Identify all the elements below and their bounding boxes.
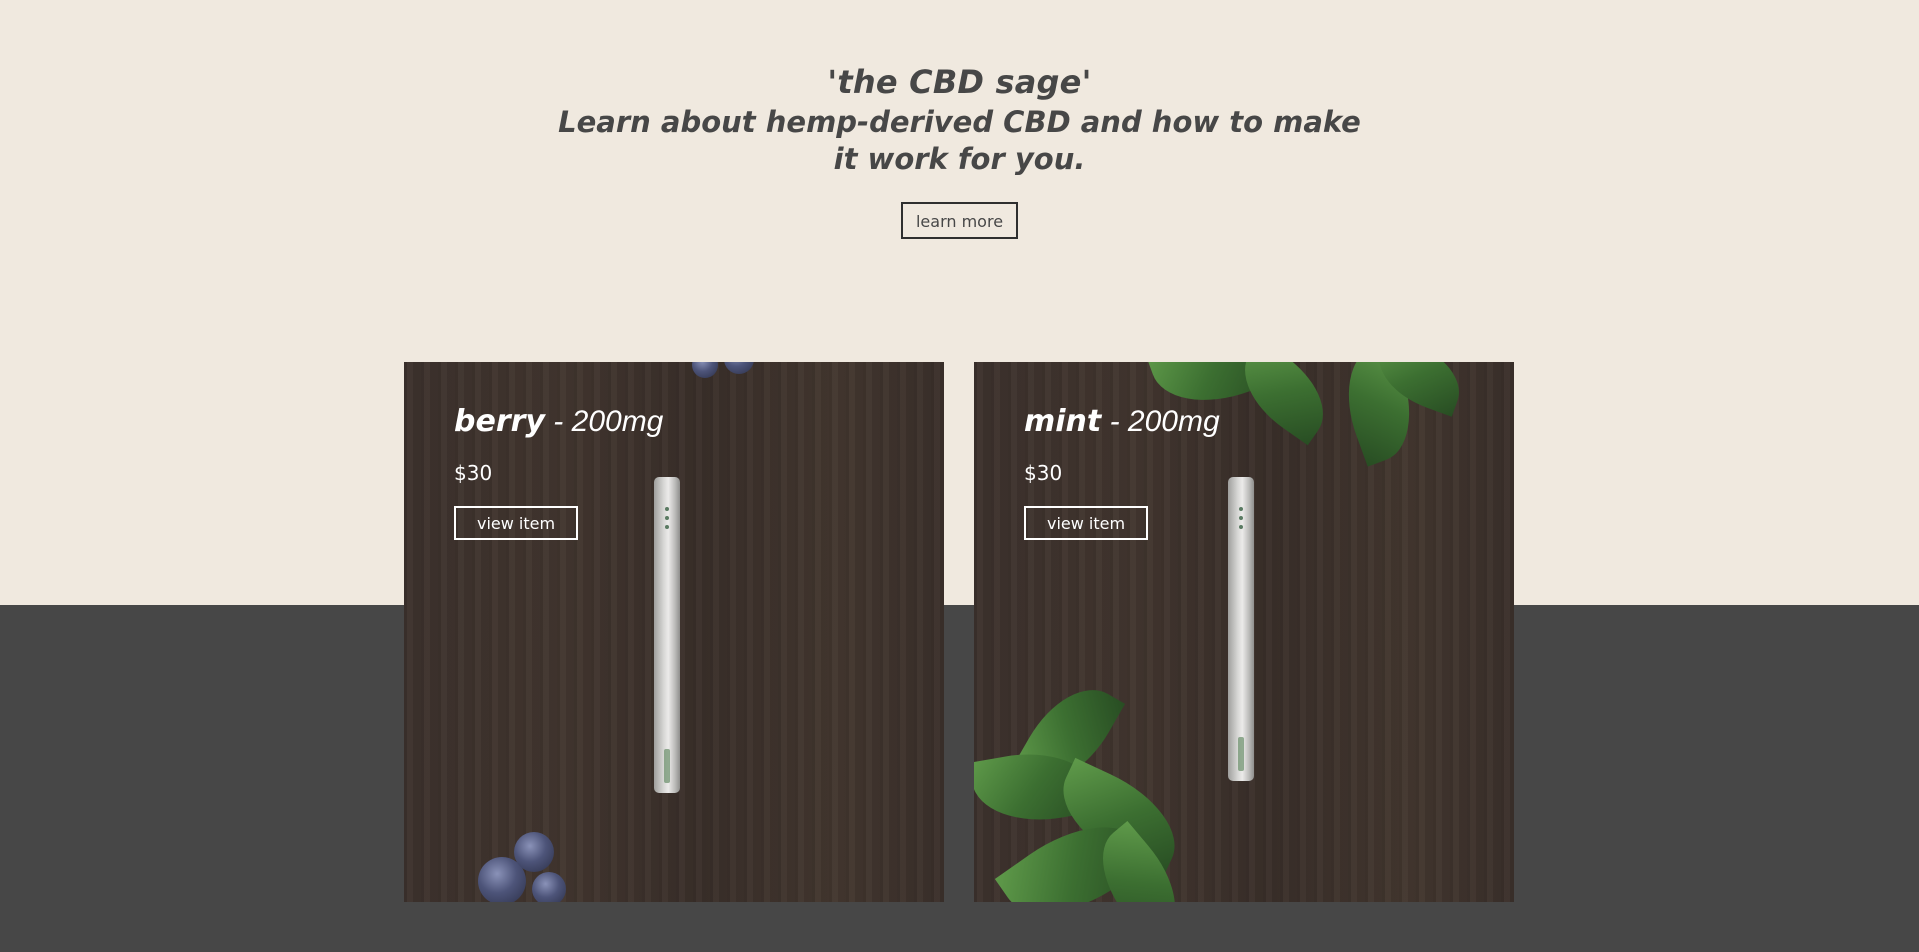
product-info: mint - 200mg $30 view item [1024,400,1220,540]
bottom-section [0,605,1919,952]
vape-pen-image [1228,477,1254,781]
product-price: $30 [1024,461,1063,485]
product-flavor: mint [1024,404,1102,439]
blueberry-image [692,362,718,378]
hero-section: 'the CBD sage' Learn about hemp-derived … [0,60,1919,239]
product-card-berry[interactable]: berry - 200mg $30 view item [404,362,944,902]
product-flavor: berry [454,404,545,439]
product-separator: - [544,405,572,438]
product-separator: - [1101,405,1128,438]
learn-more-button[interactable]: learn more [900,202,1019,239]
hero-kicker: 'the CBD sage' [827,63,1092,101]
product-info: berry - 200mg $30 view item [454,400,663,540]
product-price: $30 [454,461,493,485]
product-dose: 200mg [1127,405,1220,438]
view-item-button[interactable]: view item [1024,506,1149,540]
blueberry-image [532,872,566,902]
hero-headline: Learn about hemp-derived CBD and how to … [558,105,1361,176]
product-card-mint[interactable]: mint - 200mg $30 view item [974,362,1514,902]
product-title: mint - 200mg [1024,400,1220,444]
view-item-button[interactable]: view item [454,506,579,540]
product-dose: 200mg [571,405,664,438]
blueberry-image [514,832,554,872]
product-title: berry - 200mg [454,400,663,444]
blueberry-image [724,362,754,374]
